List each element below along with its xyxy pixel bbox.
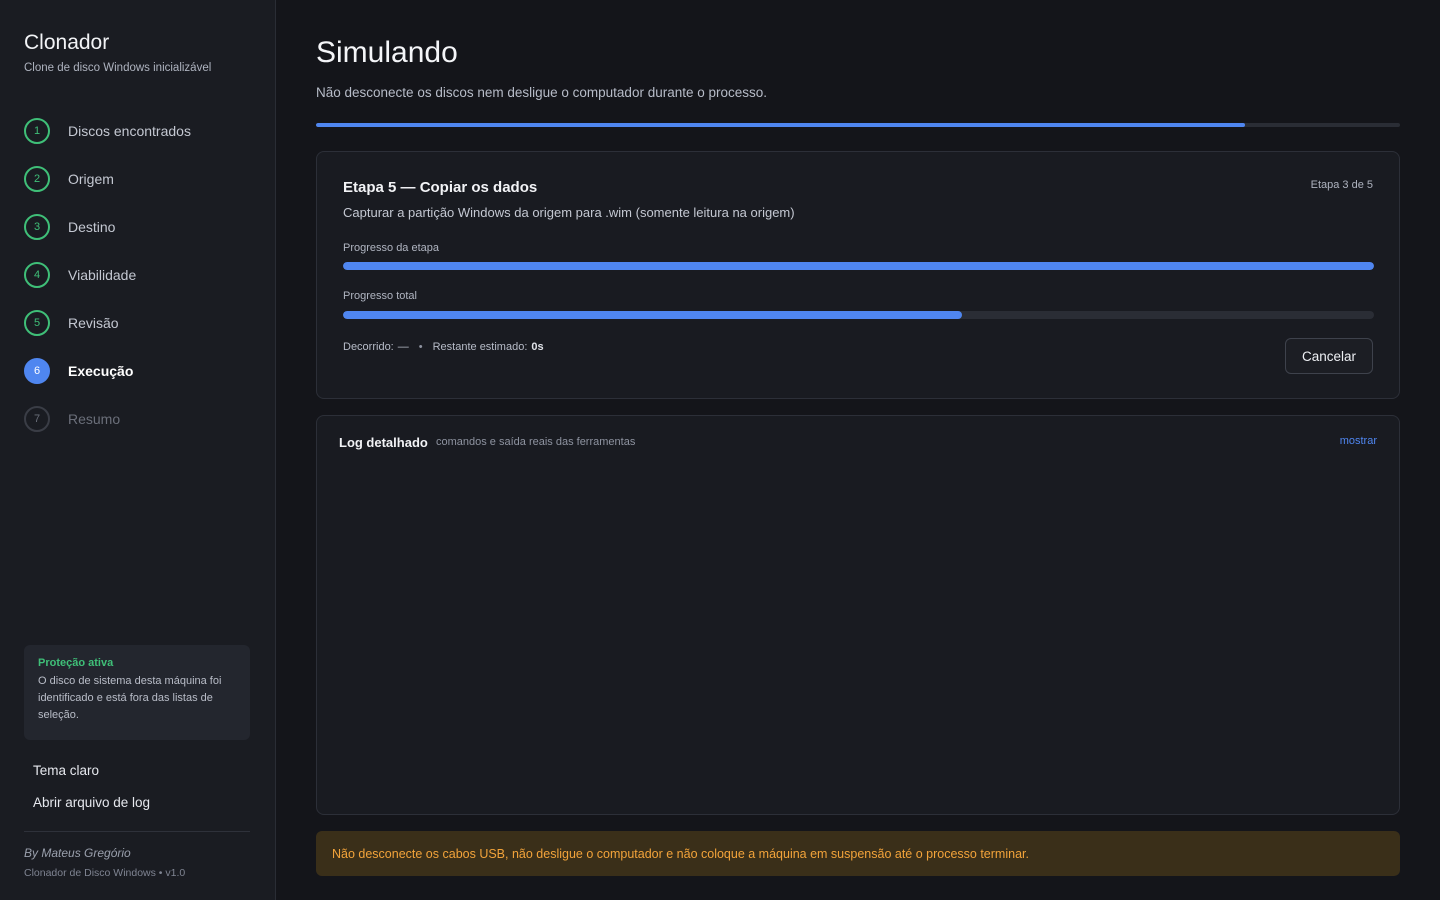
overall-progress-fill [316,123,1245,127]
step-label: Destino [68,219,116,235]
remaining-label: Restante estimado: [432,341,528,353]
step-execucao[interactable]: 6 Execução [24,357,254,385]
step-label: Resumo [68,411,121,427]
open-log-file-button[interactable]: Abrir arquivo de log [33,795,150,810]
current-step-title: Etapa 5 — Copiar os dados [343,179,538,196]
theme-toggle-button[interactable]: Tema claro [33,763,99,778]
overall-progress-bar [316,123,1400,127]
total-progress-fill [343,311,962,319]
author-credit: By Mateus Gregório [24,846,131,860]
step-number-badge: 3 [24,214,50,240]
step-label: Discos encontrados [68,123,191,139]
step-number-badge: 6 [24,358,50,384]
warning-banner: Não desconecte os cabos USB, não desligu… [316,831,1400,876]
step-number-badge: 5 [24,310,50,336]
step-revisao[interactable]: 5 Revisão [24,309,254,337]
step-label: Viabilidade [68,267,137,283]
log-subtitle: comandos e saída reais das ferramentas [436,436,636,448]
divider [24,831,250,832]
sidebar: Clonador Clone de disco Windows iniciali… [0,0,276,900]
step-viabilidade[interactable]: 4 Viabilidade [24,261,254,289]
step-label: Execução [68,363,134,379]
step-number-badge: 2 [24,166,50,192]
elapsed-value: — [397,341,409,353]
app-title: Clonador [24,31,110,54]
step-destino[interactable]: 3 Destino [24,213,254,241]
step-resumo[interactable]: 7 Resumo [24,405,254,433]
current-step-description: Capturar a partição Windows da origem pa… [343,205,795,220]
protection-text: O disco de sistema desta máquina foi ide… [38,675,222,721]
time-info: Decorrido: — • Restante estimado: 0s [343,341,544,353]
total-progress-bar [343,311,1374,319]
app-subtitle: Clone de disco Windows inicializável [24,62,212,74]
step-progress-label: Progresso da etapa [343,242,440,254]
elapsed-label: Decorrido: [343,341,394,353]
step-number-badge: 4 [24,262,50,288]
step-label: Revisão [68,315,119,331]
protection-title: Proteção ativa [38,657,114,669]
current-step-card: Etapa 5 — Copiar os dados Etapa 3 de 5 C… [316,151,1400,399]
step-progress-bar [343,262,1374,270]
separator-dot: • [418,341,423,353]
step-label: Origem [68,171,114,187]
step-number-badge: 7 [24,406,50,432]
step-number-badge: 1 [24,118,50,144]
step-counter: Etapa 3 de 5 [1310,179,1373,191]
step-progress-fill [343,262,1374,270]
cancel-button[interactable]: Cancelar [1285,338,1373,374]
total-progress-label: Progresso total [343,290,417,302]
protection-notice: Proteção ativa O disco de sistema desta … [24,645,250,740]
step-origem[interactable]: 2 Origem [24,165,254,193]
remaining-value: 0s [531,341,544,353]
step-discos-encontrados[interactable]: 1 Discos encontrados [24,117,254,145]
detailed-log-panel: Log detalhado comandos e saída reais das… [316,415,1400,815]
page-title: Simulando [316,36,458,69]
app-version: Clonador de Disco Windows • v1.0 [24,867,186,879]
log-show-toggle[interactable]: mostrar [1340,435,1377,447]
page-subtitle: Não desconecte os discos nem desligue o … [316,85,768,100]
log-title: Log detalhado [339,435,428,450]
